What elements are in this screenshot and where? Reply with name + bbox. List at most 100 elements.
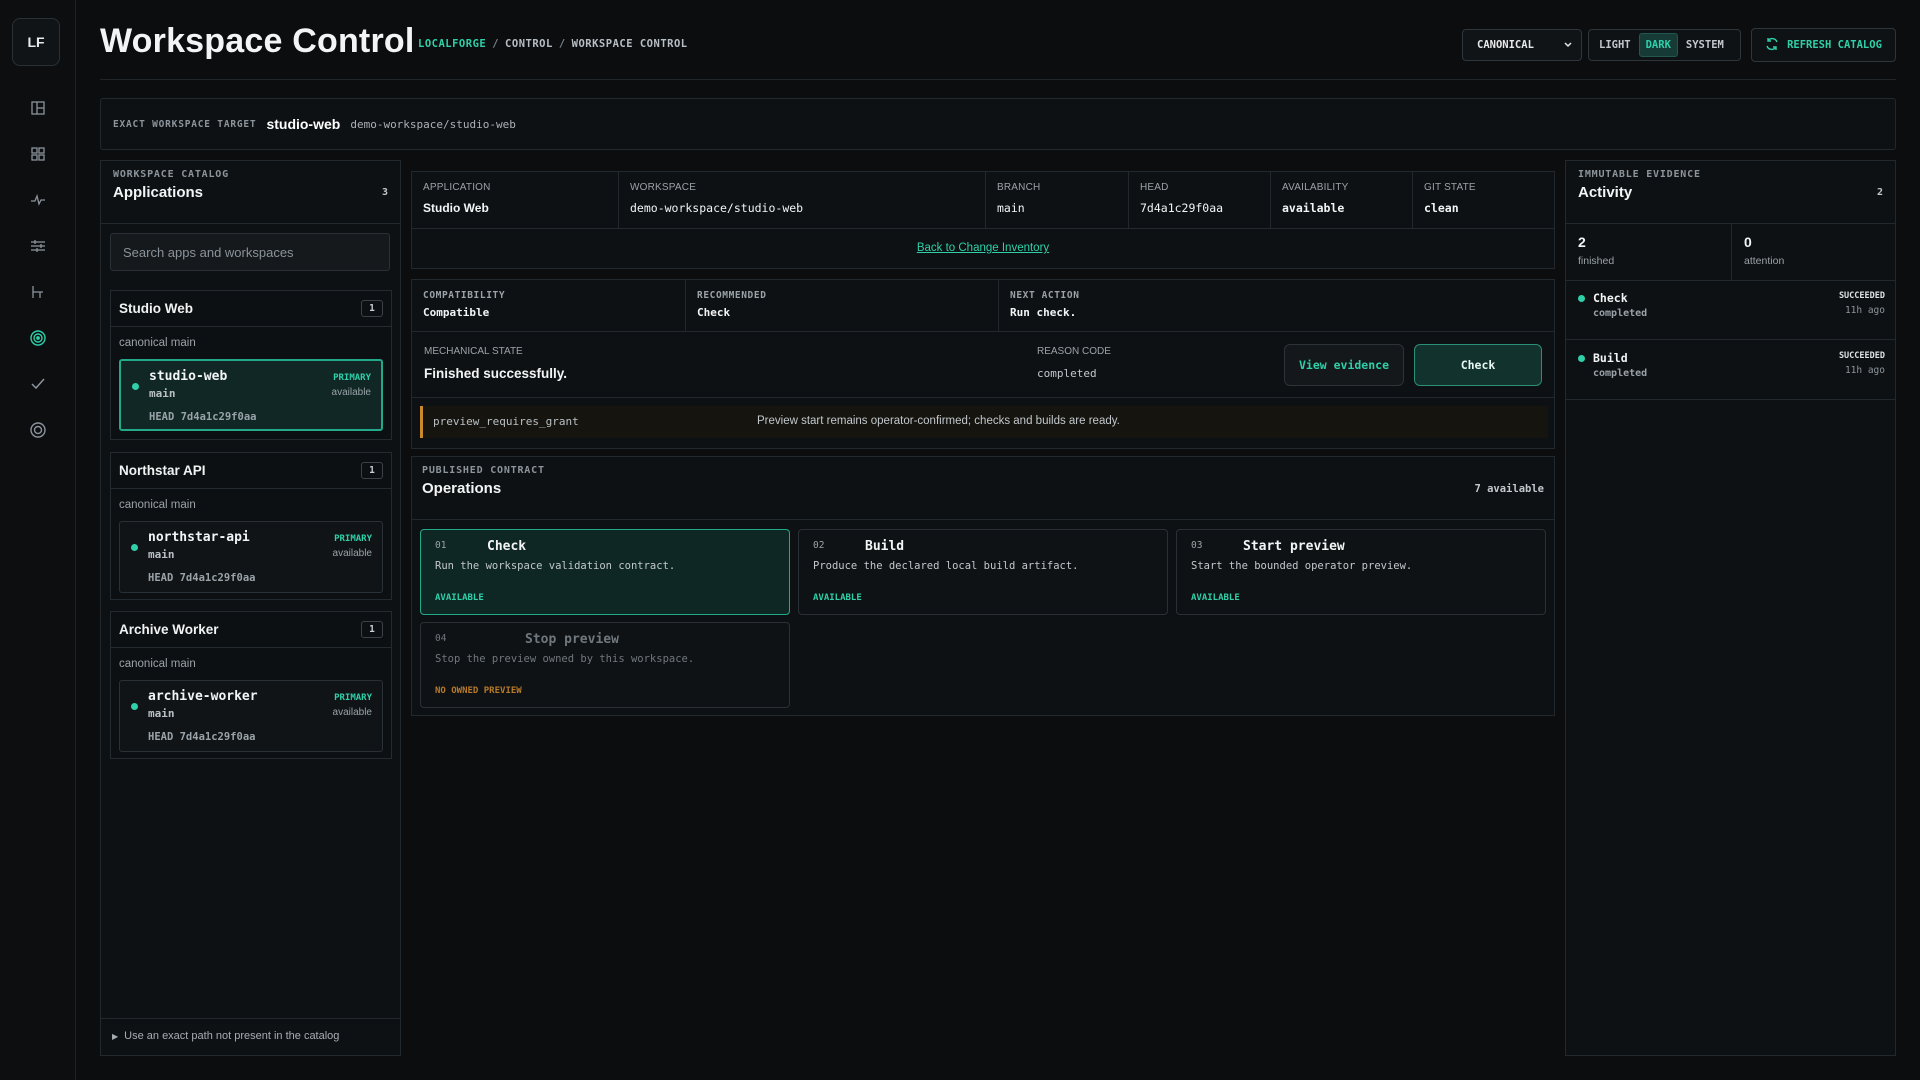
compatibility-value: Compatible (423, 306, 490, 319)
event-name: Check (1593, 291, 1628, 305)
app-group-subtitle: canonical main (119, 658, 196, 670)
app-logo[interactable]: LF (12, 18, 60, 66)
theme-dark[interactable]: DARK (1638, 33, 1678, 57)
event-status: completed (1593, 308, 1648, 319)
catalog-count: 3 (381, 187, 388, 198)
operation-number: 01 (435, 540, 447, 551)
fact-label: HEAD (1140, 182, 1169, 193)
app-group-archive-worker: Archive Worker 1 canonical main archive-… (110, 611, 392, 759)
operation-card-stop-preview: 04 Stop preview Stop the preview owned b… (420, 622, 790, 708)
dashboard-icon[interactable] (20, 92, 56, 124)
mode-select[interactable]: CANONICAL (1462, 29, 1582, 61)
target-path: demo-workspace/studio-web (350, 117, 516, 131)
activity-count: 2 (1876, 187, 1883, 198)
app-group-subtitle: canonical main (119, 499, 196, 511)
operations-available-count: 7 available (1474, 483, 1544, 495)
app-group-title: Studio Web (119, 301, 193, 316)
status-badge: SUCCEEDED (1838, 351, 1885, 361)
activity-panel: IMMUTABLE EVIDENCE Activity 2 2 finished… (1565, 160, 1896, 1056)
exact-path-label: Use an exact path not present in the cat… (124, 1030, 340, 1042)
breadcrumb-control[interactable]: CONTROL (505, 38, 553, 50)
operation-description: Stop the preview owned by this workspace… (435, 653, 695, 665)
target-icon[interactable] (20, 322, 56, 354)
fact-value: 7d4a1c29f0aa (1140, 201, 1224, 215)
operation-status: AVAILABLE (1191, 593, 1240, 603)
stat-value: 0 (1744, 234, 1752, 250)
event-time: 11h ago (1844, 305, 1885, 316)
workspace-name: archive-worker (148, 689, 258, 704)
workspace-name: studio-web (149, 369, 228, 384)
fact-value: available (1282, 201, 1345, 215)
primary-badge: PRIMARY (333, 373, 371, 383)
breadcrumb: LOCALFORGE / CONTROL / WORKSPACE CONTROL (418, 38, 688, 50)
back-to-change-inventory-link[interactable]: Back to Change Inventory (412, 242, 1554, 254)
fact-availability: AVAILABILITY available (1271, 172, 1413, 228)
breadcrumb-localforge[interactable]: LOCALFORGE (418, 38, 486, 50)
status-dot (131, 544, 138, 551)
theme-system[interactable]: SYSTEM (1680, 34, 1730, 56)
workspace-status: available (332, 707, 372, 718)
theme-light[interactable]: LIGHT (1593, 34, 1637, 56)
header-divider (100, 79, 1896, 80)
operation-number: 02 (813, 540, 825, 551)
reason-code-value: completed (1037, 367, 1097, 380)
caret-right-icon: ▶ (112, 1031, 119, 1041)
compatibility-cell: COMPATIBILITY Compatible (412, 280, 686, 332)
mechanical-state-value: Finished successfully. (424, 366, 568, 381)
grid-icon[interactable] (20, 138, 56, 170)
app-group-count: 1 (361, 621, 383, 638)
operation-card-start-preview[interactable]: 03 Start preview Start the bounded opera… (1176, 529, 1546, 615)
mode-select-value: CANONICAL (1477, 39, 1534, 51)
app-group-title: Northstar API (119, 463, 206, 478)
operation-name: Stop preview (525, 632, 619, 647)
activity-event[interactable]: Check completed SUCCEEDED 11h ago (1566, 281, 1895, 340)
workspace-item-studio-web[interactable]: studio-web main HEAD 7d4a1c29f0aa PRIMAR… (119, 359, 383, 431)
fact-value: Studio Web (423, 201, 489, 215)
fact-workspace: WORKSPACE demo-workspace/studio-web (619, 172, 986, 228)
app-group-count: 1 (361, 300, 383, 317)
catalog-eyebrow: WORKSPACE CATALOG (113, 169, 229, 180)
refresh-icon (1765, 37, 1779, 54)
workspace-status: available (332, 548, 372, 559)
fact-label: BRANCH (997, 182, 1041, 193)
workspace-item-northstar-api[interactable]: northstar-api main HEAD 7d4a1c29f0aa PRI… (119, 521, 383, 593)
notice-message: Preview start remains operator-confirmed… (757, 415, 1120, 427)
status-dot (132, 383, 139, 390)
theme-toggle: LIGHT DARK SYSTEM (1588, 29, 1741, 61)
operation-card-check[interactable]: 01 Check Run the workspace validation co… (420, 529, 790, 615)
stat-value: 2 (1578, 234, 1586, 250)
check-button[interactable]: Check (1414, 344, 1542, 386)
operations-eyebrow: PUBLISHED CONTRACT (422, 465, 545, 476)
activity-eyebrow: IMMUTABLE EVIDENCE (1578, 169, 1701, 180)
operation-status: AVAILABLE (813, 593, 862, 603)
refresh-label: REFRESH CATALOG (1787, 39, 1882, 51)
recommended-label: RECOMMENDED (697, 290, 767, 301)
exact-path-disclosure[interactable]: ▶ Use an exact path not present in the c… (112, 1030, 339, 1042)
fact-label: GIT STATE (1424, 182, 1476, 193)
check-icon[interactable] (20, 368, 56, 400)
app-group-title: Archive Worker (119, 622, 219, 637)
operation-name: Check (487, 539, 527, 554)
next-action-value: Run check. (1010, 306, 1077, 319)
workspace-item-archive-worker[interactable]: archive-worker main HEAD 7d4a1c29f0aa PR… (119, 680, 383, 752)
catalog-footer-divider (100, 1018, 401, 1019)
app-group-northstar-api: Northstar API 1 canonical main northstar… (110, 452, 392, 600)
operation-card-build[interactable]: 02 Build Produce the declared local buil… (798, 529, 1168, 615)
operation-number: 04 (435, 633, 447, 644)
refresh-catalog-button[interactable]: REFRESH CATALOG (1751, 28, 1896, 62)
settings-icon[interactable] (20, 414, 56, 446)
operations-panel: PUBLISHED CONTRACT Operations 7 availabl… (411, 456, 1555, 716)
search-input[interactable] (110, 233, 390, 271)
activity-event[interactable]: Build completed SUCCEEDED 11h ago (1566, 341, 1895, 400)
page-title: Workspace Control (100, 22, 415, 60)
branch-icon[interactable] (20, 276, 56, 308)
workspace-branch: main (149, 387, 176, 400)
operation-status: NO OWNED PREVIEW (435, 686, 522, 696)
workspace-branch: main (148, 548, 175, 561)
activity-icon[interactable] (20, 184, 56, 216)
status-dot (1578, 295, 1585, 302)
stat-label: finished (1578, 255, 1615, 267)
event-status: completed (1593, 368, 1648, 379)
view-evidence-button[interactable]: View evidence (1284, 344, 1404, 386)
sliders-icon[interactable] (20, 230, 56, 262)
